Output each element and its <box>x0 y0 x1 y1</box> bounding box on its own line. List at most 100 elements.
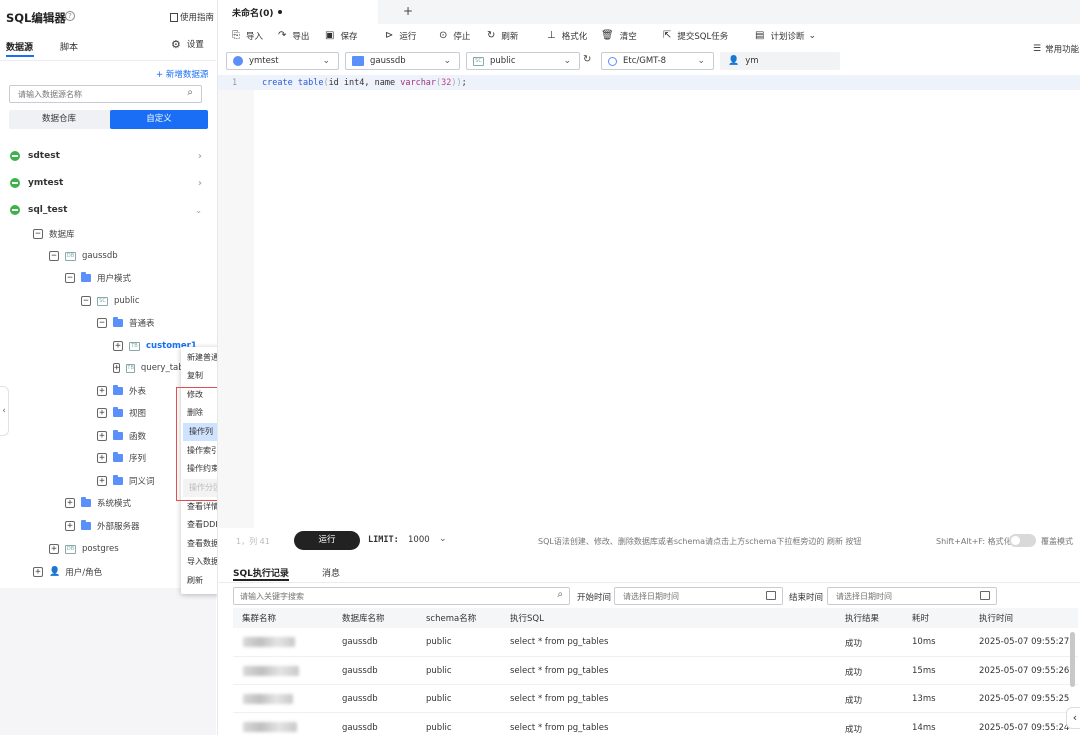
tree-label: 系统模式 <box>97 499 132 509</box>
toggle-custom[interactable]: 自定义 <box>110 110 208 129</box>
format-button[interactable]: ⊥ 格式化 <box>547 29 587 43</box>
table-row[interactable]: gaussdb public select * from pg_tables 成… <box>233 713 1078 735</box>
tree-node-system-mode[interactable]: + 系统模式 <box>65 494 131 512</box>
tree-node-sequence[interactable]: + 序列 <box>97 449 146 467</box>
overwrite-toggle[interactable] <box>1009 534 1036 547</box>
folder-icon <box>81 520 91 530</box>
refresh-button[interactable]: ↻ 刷新 <box>487 29 518 43</box>
tab-untitled[interactable]: 未命名(0) <box>218 0 378 24</box>
collapse-icon[interactable]: − <box>65 273 75 283</box>
add-datasource-link[interactable]: + 新增数据源 <box>156 68 208 80</box>
schema-refresh-icon[interactable]: ↻ <box>583 55 591 65</box>
end-time-picker[interactable] <box>827 587 997 605</box>
chevron-down-icon[interactable]: ⌄ <box>439 534 447 544</box>
save-label: 保存 <box>340 32 358 42</box>
external-link-icon: ⇱ <box>663 30 672 41</box>
clear-label: 清空 <box>619 32 637 42</box>
collapse-sidebar-handle[interactable]: ‹ <box>0 386 9 436</box>
tree-node-gaussdb[interactable]: − DB gaussdb <box>49 247 118 265</box>
end-time-input[interactable] <box>836 590 976 602</box>
run-sql-button[interactable]: 运行 <box>294 531 360 550</box>
datasource-sql-test[interactable]: sql_test ⌄ <box>10 201 206 219</box>
cell-sql: select * from pg_tables <box>510 723 609 733</box>
expand-icon[interactable]: + <box>113 341 123 351</box>
tree-node-synonym[interactable]: + 同义词 <box>97 472 155 490</box>
cell-database: gaussdb <box>342 723 378 733</box>
tree-node-view[interactable]: + 视图 <box>97 404 146 422</box>
panel-toggle-button[interactable]: ‹ <box>1066 707 1080 729</box>
expand-icon[interactable]: + <box>97 408 107 418</box>
history-search-input[interactable] <box>240 590 540 602</box>
datasource-sdtest[interactable]: sdtest › <box>10 147 206 165</box>
collapse-icon[interactable]: − <box>33 229 43 239</box>
stop-button[interactable]: ⊙ 停止 <box>439 29 470 43</box>
plan-diagnosis-button[interactable]: ▤ 计划诊断 ⌄ <box>755 29 822 43</box>
tree-node-query-table[interactable]: + TB query_table <box>113 359 183 377</box>
settings-button[interactable]: ⚙ 设置 <box>171 38 204 51</box>
user-value: ym <box>745 56 759 66</box>
search-icon[interactable]: ⌕ <box>557 590 563 600</box>
table-row[interactable]: gaussdb public select * from pg_tables 成… <box>233 685 1078 713</box>
code-editor[interactable] <box>218 75 1080 528</box>
save-icon: ▣ <box>325 30 335 41</box>
start-time-picker[interactable] <box>614 587 783 605</box>
format-icon: ⊥ <box>547 30 556 41</box>
tab-datasource[interactable]: 数据源 <box>6 40 33 53</box>
datasource-icon <box>10 151 20 161</box>
search-icon[interactable]: ⌕ <box>187 88 193 98</box>
tree-node-function[interactable]: + 函数 <box>97 427 146 445</box>
help-icon[interactable]: ? <box>65 11 75 21</box>
expand-icon[interactable]: + <box>97 476 107 486</box>
expand-icon[interactable]: + <box>65 521 75 531</box>
expand-icon[interactable]: + <box>65 498 75 508</box>
history-search[interactable]: ⌕ <box>233 587 570 605</box>
expand-icon[interactable]: + <box>33 567 43 577</box>
tree-node-normal-table[interactable]: − 普通表 <box>97 314 155 332</box>
expand-icon[interactable]: + <box>97 453 107 463</box>
clear-button[interactable]: 🗑 清空 <box>601 29 637 43</box>
tab-script[interactable]: 脚本 <box>60 40 78 53</box>
tree-node-user-role[interactable]: + 👤 用户/角色 <box>33 563 102 581</box>
toggle-knob <box>1011 536 1020 545</box>
tab-title: 未命名(0) <box>232 8 274 19</box>
tree-node-user-mode[interactable]: − 用户模式 <box>65 269 131 287</box>
submit-sql-button[interactable]: ⇱ 提交SQL任务 <box>663 29 728 43</box>
table-row[interactable]: gaussdb public select * from pg_tables 成… <box>233 629 1078 657</box>
start-time-input[interactable] <box>623 590 763 602</box>
datasource-ymtest[interactable]: ymtest › <box>10 174 206 192</box>
collapse-icon[interactable]: − <box>81 296 91 306</box>
datasource-select[interactable]: ymtest ⌄ <box>226 52 339 70</box>
timezone-select[interactable]: Etc/GMT-8 ⌄ <box>601 52 714 70</box>
tab-sql-history[interactable]: SQL执行记录 <box>233 566 289 579</box>
tree-node-public[interactable]: − SC public <box>81 292 140 310</box>
toggle-warehouse[interactable]: 数据仓库 <box>9 110 109 129</box>
tree-node-postgres[interactable]: + DB postgres <box>49 540 119 558</box>
tab-messages[interactable]: 消息 <box>322 566 340 579</box>
table-row[interactable]: gaussdb public select * from pg_tables 成… <box>233 657 1078 685</box>
export-button[interactable]: ↷ 导出 <box>278 29 309 43</box>
common-functions-button[interactable]: ☰ 常用功能 <box>1033 42 1079 56</box>
search-input[interactable] <box>18 88 178 100</box>
run-button[interactable]: ⊳ 运行 <box>385 29 416 43</box>
calendar-icon <box>980 591 990 600</box>
guide-link[interactable]: 使用指南 <box>170 11 214 23</box>
expand-icon[interactable]: + <box>97 386 107 396</box>
expand-icon[interactable]: + <box>49 544 59 554</box>
table-scrollbar[interactable] <box>1070 632 1075 687</box>
limit-value[interactable]: 1000 <box>408 535 430 545</box>
datasource-label: ymtest <box>28 178 64 188</box>
import-button[interactable]: ⎘ 导入 <box>232 29 263 43</box>
schema-select[interactable]: SC public ⌄ <box>466 52 580 70</box>
collapse-icon[interactable]: − <box>49 251 59 261</box>
expand-icon[interactable]: + <box>97 431 107 441</box>
settings-label: 设置 <box>186 40 204 50</box>
database-select[interactable]: gaussdb ⌄ <box>345 52 460 70</box>
expand-icon[interactable]: + <box>113 363 121 373</box>
new-tab-button[interactable]: + <box>403 4 413 18</box>
tree-node-external-server[interactable]: + 外部服务器 <box>65 517 140 535</box>
collapse-icon[interactable]: − <box>97 318 107 328</box>
datasource-search[interactable]: ⌕ <box>9 85 202 103</box>
tree-node-foreign-table[interactable]: + 外表 <box>97 382 146 400</box>
save-button[interactable]: ▣ 保存 <box>325 29 357 43</box>
tree-node-database[interactable]: − 数据库 <box>33 225 75 243</box>
